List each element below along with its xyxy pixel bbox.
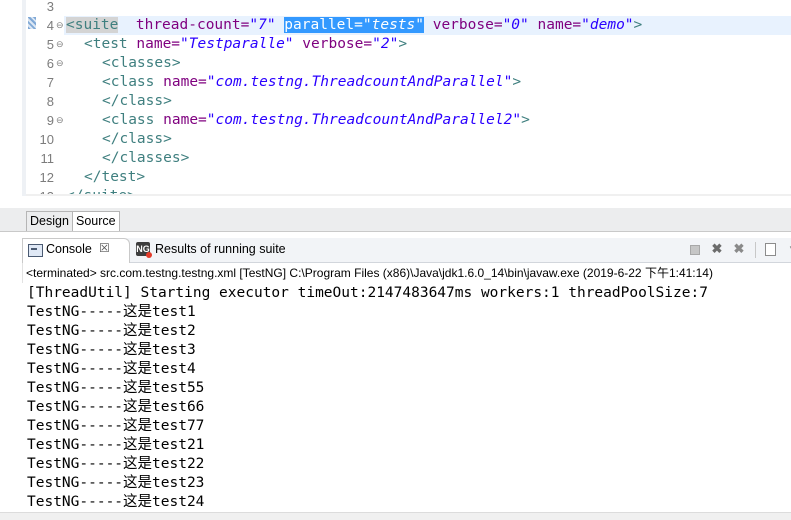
console-output-line: TestNG-----这是test66 xyxy=(27,399,205,415)
line-number: 12 xyxy=(39,170,54,185)
fold-collapse-icon[interactable]: ⊖ xyxy=(56,35,64,54)
xml-attr: thread-count= xyxy=(135,17,250,33)
xml-attr: verbose= xyxy=(302,36,373,52)
fold-collapse-icon[interactable]: ⊖ xyxy=(56,16,64,35)
code-line-11[interactable]: </classes> xyxy=(102,149,189,168)
xml-tag: </class> xyxy=(102,93,172,109)
code-line-6[interactable]: <classes> xyxy=(102,54,181,73)
xml-tag: <class xyxy=(102,112,155,128)
fold-collapse-icon[interactable]: ⊖ xyxy=(56,54,64,73)
xml-value: "7" xyxy=(249,17,276,33)
tab-source[interactable]: Source xyxy=(72,211,120,231)
tab-design[interactable]: Design xyxy=(26,211,73,231)
tab-results-of-running-suite[interactable]: NG Results of running suite xyxy=(130,238,320,262)
xml-attr: name= xyxy=(163,74,207,90)
remove-launch-icon[interactable]: ✖ xyxy=(710,242,724,256)
console-output-line: TestNG-----这是test22 xyxy=(27,456,205,472)
xml-tag: > xyxy=(521,112,530,128)
code-line-12[interactable]: </test> xyxy=(84,168,145,187)
results-tab-label: Results of running suite xyxy=(155,242,286,256)
scroll-lock-icon[interactable] xyxy=(763,242,777,256)
line-number-gutter: 3 4 ⊖ 5 ⊖ 6 ⊖ 7 8 9 ⊖ 10 11 12 13 xyxy=(26,0,64,196)
fold-collapse-icon[interactable]: ⊖ xyxy=(56,111,64,130)
xml-value: "com.testng.ThreadcountAndParallel" xyxy=(206,74,513,90)
code-line-4[interactable]: <suite thread-count="7" parallel="tests"… xyxy=(64,16,791,35)
view-menu-icon[interactable]: ▾ xyxy=(786,242,791,256)
console-status-line: <terminated> src.com.testng.testng.xml [… xyxy=(26,263,791,283)
xml-editor[interactable]: 3 4 ⊖ 5 ⊖ 6 ⊖ 7 8 9 ⊖ 10 11 12 13 <suite… xyxy=(0,0,791,196)
xml-attr: name= xyxy=(136,36,181,52)
xml-tag: > xyxy=(398,36,408,52)
xml-tag: </classes> xyxy=(102,150,190,166)
console-output-line: TestNG-----这是test23 xyxy=(27,475,205,491)
xml-tag: <test xyxy=(84,36,128,52)
occurrence-marker xyxy=(28,17,36,29)
xml-tag: <suite xyxy=(66,17,119,33)
console-tab-label: Console xyxy=(46,242,92,256)
xml-attr: name= xyxy=(537,17,582,33)
line-number: 10 xyxy=(39,132,54,147)
console-output-line: TestNG-----这是test21 xyxy=(27,437,205,453)
xml-value: "0" xyxy=(502,17,529,33)
code-line-8[interactable]: </class> xyxy=(102,92,172,111)
xml-tag: <class xyxy=(102,74,155,90)
xml-tag: </class> xyxy=(102,131,172,147)
terminate-icon[interactable] xyxy=(687,242,701,256)
xml-value: "com.testng.ThreadcountAndParallel2" xyxy=(206,112,522,128)
code-line-7[interactable]: <class name="com.testng.ThreadcountAndPa… xyxy=(102,73,521,92)
toolbar-separator xyxy=(755,242,756,258)
console-output-line: [ThreadUtil] Starting executor timeOut:2… xyxy=(27,285,708,301)
xml-value: "tests" xyxy=(362,17,424,33)
line-number: 6 xyxy=(46,56,54,71)
line-number: 9 xyxy=(46,113,54,128)
console-output-line: TestNG-----这是test3 xyxy=(27,342,196,358)
line-number: 8 xyxy=(46,94,54,109)
xml-tag: > xyxy=(512,74,522,90)
console-output-line: TestNG-----这是test1 xyxy=(27,304,196,320)
console-icon xyxy=(28,244,43,257)
xml-value: "demo" xyxy=(581,17,634,33)
testng-icon: NG xyxy=(136,242,152,258)
console-output[interactable]: [ThreadUtil] Starting executor timeOut:2… xyxy=(0,283,791,519)
editor-left-strip xyxy=(0,0,22,196)
editor-horizontal-scrollbar[interactable] xyxy=(26,194,791,196)
console-output-line: TestNG-----这是test24 xyxy=(27,494,205,510)
console-view-header: Console ☒ NG Results of running suite ✖ … xyxy=(22,238,791,263)
remove-all-terminated-icon[interactable]: ✖ xyxy=(732,242,746,256)
selected-text: parallel="tests" xyxy=(284,17,424,33)
line-number: 7 xyxy=(46,75,54,90)
code-line-10[interactable]: </class> xyxy=(102,130,172,149)
line-number: 3 xyxy=(46,0,54,14)
xml-value: "2" xyxy=(372,36,399,52)
xml-attr: parallel= xyxy=(284,17,363,33)
editor-mode-tabs: Design Source xyxy=(0,208,791,232)
console-output-line: TestNG-----这是test2 xyxy=(27,323,196,339)
code-line-9[interactable]: <class name="com.testng.ThreadcountAndPa… xyxy=(102,111,530,130)
xml-attr: name= xyxy=(163,112,207,128)
xml-tag: <classes> xyxy=(102,55,181,71)
console-output-line: TestNG-----这是test55 xyxy=(27,380,205,396)
line-number: 5 xyxy=(46,37,54,52)
xml-attr: verbose= xyxy=(432,17,503,33)
xml-tag: > xyxy=(633,17,643,33)
console-output-line: TestNG-----这是test77 xyxy=(27,418,205,434)
line-number: 11 xyxy=(40,151,55,166)
code-line-5[interactable]: <test name="Testparalle" verbose="2"> xyxy=(84,35,407,54)
xml-value: "Testparalle" xyxy=(180,36,294,52)
tab-console[interactable]: Console ☒ xyxy=(22,238,130,263)
close-icon[interactable]: ☒ xyxy=(99,241,110,255)
xml-tag: </test> xyxy=(84,169,146,185)
console-output-line: TestNG-----这是test4 xyxy=(27,361,196,377)
